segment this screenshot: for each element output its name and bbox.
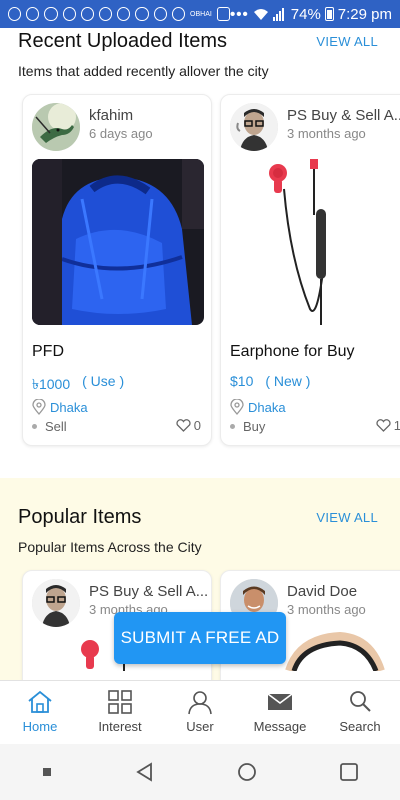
recent-items-section: Recent Uploaded Items VIEW ALL Items tha… bbox=[0, 28, 400, 478]
battery-percent: 74% bbox=[290, 5, 321, 23]
location-row: Dhaka bbox=[230, 399, 286, 415]
user-name[interactable]: David Doe bbox=[287, 583, 400, 600]
type-dot-icon bbox=[32, 424, 37, 429]
user-icon bbox=[188, 691, 212, 715]
notification-icon bbox=[153, 7, 167, 21]
view-all-popular-link[interactable]: VIEW ALL bbox=[316, 510, 378, 525]
app-notification-icon bbox=[216, 7, 230, 21]
section-subtitle: Items that added recently allover the ci… bbox=[18, 63, 269, 79]
user-name[interactable]: PS Buy & Sell A... bbox=[89, 583, 209, 600]
home-circle-icon[interactable] bbox=[236, 761, 258, 783]
item-title: PFD bbox=[32, 343, 64, 360]
posted-time: 6 days ago bbox=[89, 126, 153, 141]
price-row: $10 ( New ) bbox=[230, 373, 310, 389]
status-bar: OBHAI ••• 74% 7:29 pm bbox=[0, 0, 400, 28]
item-type: Sell bbox=[45, 419, 67, 434]
nav-item-message[interactable]: Message bbox=[240, 681, 320, 744]
nav-label: Interest bbox=[98, 719, 142, 734]
grid-icon bbox=[108, 690, 132, 714]
nav-label: Home bbox=[22, 719, 58, 734]
location-row: Dhaka bbox=[32, 399, 88, 415]
type-row: Buy bbox=[230, 419, 265, 434]
notification-icon bbox=[135, 7, 149, 21]
user-name[interactable]: kfahim bbox=[89, 107, 209, 124]
heart-icon bbox=[376, 419, 391, 432]
item-location: Dhaka bbox=[248, 399, 286, 415]
item-image[interactable] bbox=[230, 159, 400, 325]
section-subtitle: Popular Items Across the City bbox=[18, 539, 202, 555]
avatar[interactable] bbox=[32, 103, 80, 151]
posted-time: 3 months ago bbox=[287, 126, 366, 141]
home-icon bbox=[28, 690, 52, 713]
nav-label: Search bbox=[339, 719, 381, 734]
notification-icon bbox=[80, 7, 95, 21]
like-button[interactable]: 0 bbox=[176, 418, 201, 433]
notification-icon bbox=[99, 7, 113, 21]
nav-item-search[interactable]: Search bbox=[320, 681, 400, 744]
item-price: $10 bbox=[230, 373, 254, 389]
notification-icon bbox=[62, 7, 76, 21]
like-button[interactable]: 1 bbox=[376, 418, 400, 433]
item-price: ৳1000 bbox=[32, 376, 71, 392]
search-icon bbox=[350, 691, 371, 712]
item-title: Earphone for Buy bbox=[230, 343, 355, 360]
notification-icon bbox=[8, 7, 22, 21]
signal-icon bbox=[272, 8, 284, 21]
nav-item-user[interactable]: User bbox=[160, 681, 240, 744]
nav-label: Message bbox=[253, 719, 307, 734]
network-label: OBHAI bbox=[190, 10, 212, 18]
more-notifications-icon: ••• bbox=[230, 5, 249, 23]
notification-icons: OBHAI bbox=[8, 7, 230, 21]
overview-icon[interactable] bbox=[338, 761, 360, 783]
item-condition: ( Use ) bbox=[82, 373, 125, 389]
notification-icon bbox=[171, 7, 186, 21]
hummingbird-avatar-image bbox=[32, 103, 80, 151]
view-all-recent-link[interactable]: VIEW ALL bbox=[316, 34, 378, 49]
avatar[interactable] bbox=[32, 579, 80, 627]
location-pin-icon bbox=[230, 399, 244, 415]
avatar[interactable] bbox=[230, 103, 278, 151]
notification-icon bbox=[44, 7, 58, 21]
like-count: 1 bbox=[394, 418, 400, 433]
notification-icon bbox=[26, 7, 40, 21]
section-title: Popular Items bbox=[18, 506, 142, 528]
location-pin-icon bbox=[32, 399, 46, 415]
user-name[interactable]: PS Buy & Sell A... bbox=[287, 107, 400, 124]
section-title: Recent Uploaded Items bbox=[18, 30, 228, 52]
bottom-navigation: Home Interest User Message Search bbox=[0, 680, 400, 744]
earphone-image bbox=[230, 159, 400, 325]
posted-time: 3 months ago bbox=[287, 602, 366, 617]
item-type: Buy bbox=[243, 419, 266, 434]
item-condition: ( New ) bbox=[265, 373, 311, 389]
notification-icon bbox=[117, 7, 131, 21]
heart-icon bbox=[176, 419, 191, 432]
wifi-icon bbox=[253, 9, 268, 20]
like-count: 0 bbox=[193, 418, 201, 433]
nav-label: User bbox=[186, 719, 214, 734]
item-location: Dhaka bbox=[50, 399, 88, 415]
man-with-glasses-avatar-image bbox=[230, 103, 278, 151]
type-row: Sell bbox=[32, 419, 67, 434]
envelope-icon bbox=[267, 693, 293, 710]
system-navigation-bar bbox=[0, 744, 400, 800]
nav-item-interest[interactable]: Interest bbox=[80, 681, 160, 744]
battery-icon bbox=[324, 7, 334, 21]
submit-free-ad-button[interactable]: SUBMIT A FREE AD bbox=[114, 612, 286, 664]
blue-backpack-image bbox=[32, 159, 204, 325]
clock: 7:29 pm bbox=[337, 5, 392, 23]
item-image[interactable] bbox=[32, 159, 204, 325]
nav-item-home[interactable]: Home bbox=[0, 681, 80, 744]
recent-apps-dot-icon[interactable] bbox=[40, 765, 54, 779]
back-icon[interactable] bbox=[134, 761, 156, 783]
item-card[interactable]: kfahim 6 days ago PFD ৳1000 ( Use ) Dhak… bbox=[22, 94, 212, 446]
price-row: ৳1000 ( Use ) bbox=[32, 373, 124, 397]
man-with-glasses-avatar-image bbox=[32, 579, 80, 627]
type-dot-icon bbox=[230, 424, 235, 429]
item-card[interactable]: PS Buy & Sell A... 3 months ago Earphone… bbox=[220, 94, 400, 446]
